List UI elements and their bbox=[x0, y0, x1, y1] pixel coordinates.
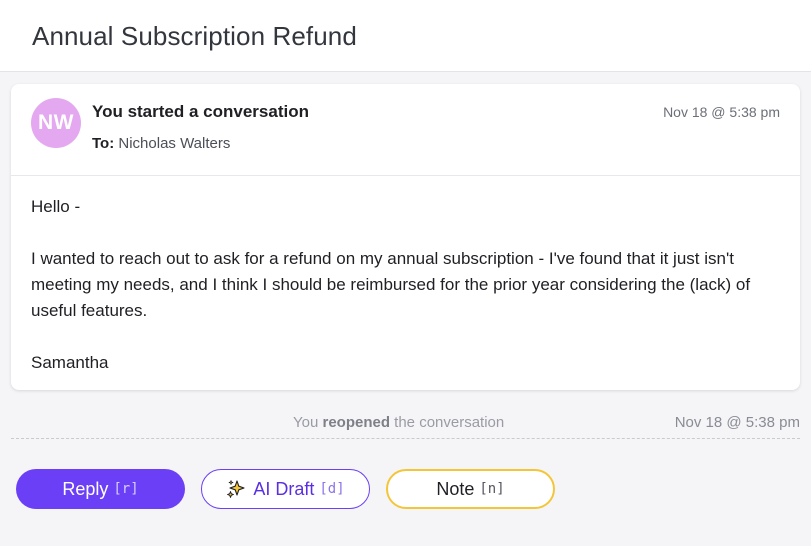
event-action: reopened bbox=[322, 414, 390, 431]
reply-label: Reply bbox=[62, 478, 109, 499]
message-body: Hello - I wanted to reach out to ask for… bbox=[11, 176, 800, 376]
ai-draft-button[interactable]: AI Draft [d] bbox=[201, 469, 370, 509]
page-title: Annual Subscription Refund bbox=[32, 21, 357, 51]
to-label: To: bbox=[92, 135, 115, 152]
message-timestamp: Nov 18 @ 5:38 pm bbox=[663, 104, 780, 120]
sparkle-icon bbox=[226, 479, 246, 499]
message-header: NW You started a conversation To: Nichol… bbox=[11, 84, 800, 176]
message-paragraph: I wanted to reach out to ask for a refun… bbox=[31, 249, 751, 320]
event-actor: You bbox=[293, 414, 319, 431]
event-timestamp: Nov 18 @ 5:38 pm bbox=[674, 414, 800, 431]
reply-button[interactable]: Reply [r] bbox=[16, 469, 185, 509]
event-text: You reopened the conversation bbox=[293, 414, 504, 431]
sender-line: You started a conversation bbox=[92, 102, 309, 121]
message-signature: Samantha bbox=[31, 353, 109, 372]
note-button[interactable]: Note [n] bbox=[386, 469, 555, 509]
avatar: NW bbox=[31, 98, 81, 148]
recipient-name[interactable]: Nicholas Walters bbox=[118, 135, 230, 152]
recipient-line: To: Nicholas Walters bbox=[92, 135, 230, 152]
ai-draft-label: AI Draft bbox=[253, 478, 315, 499]
conversation-header: Annual Subscription Refund bbox=[0, 0, 811, 72]
conversation-event: You reopened the conversation Nov 18 @ 5… bbox=[11, 412, 800, 439]
message-card: NW You started a conversation To: Nichol… bbox=[11, 84, 800, 390]
message-greeting: Hello - bbox=[31, 197, 81, 216]
event-suffix: the conversation bbox=[394, 414, 505, 431]
reply-shortcut: [r] bbox=[113, 481, 139, 497]
note-shortcut: [n] bbox=[479, 481, 505, 497]
ai-draft-shortcut: [d] bbox=[319, 481, 345, 497]
note-label: Note bbox=[436, 478, 475, 499]
